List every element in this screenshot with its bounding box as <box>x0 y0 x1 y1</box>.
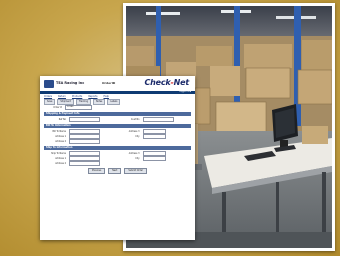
ship-address2-field[interactable] <box>69 161 100 166</box>
bill-to-fields: Bill To Name Address 1 Address 2 Address… <box>40 129 195 144</box>
field-label: Address 3 <box>128 130 140 133</box>
order-form-screenshot: TEA Racing Inc OrderID Check-Net Logged … <box>40 76 195 240</box>
section-general: Shipping & Payment Info <box>44 112 191 116</box>
order-number-field[interactable]: 12345 <box>65 105 92 110</box>
toolbar-button[interactable]: Save <box>44 98 56 105</box>
nav-menu: Orders Return Products Reports Help <box>40 94 195 98</box>
general-fields: Ref No Cust No <box>40 117 195 122</box>
toolbar: Save Shipment Tracking Notes Labels <box>44 98 191 105</box>
field-label: City <box>135 157 140 160</box>
login-status: Logged in ▪ <box>179 91 191 93</box>
cust-no-field[interactable] <box>142 117 174 122</box>
ref-no-field[interactable] <box>69 117 100 122</box>
bill-address2-field[interactable] <box>69 139 100 144</box>
nav-item[interactable]: Orders <box>44 95 52 98</box>
field-label: Address 3 <box>128 152 140 155</box>
form-actions: Previous Next Submit Order <box>40 168 195 174</box>
nav-item[interactable]: Reports <box>88 95 97 98</box>
field-label: Ref No <box>58 118 66 121</box>
ship-city-field[interactable] <box>142 156 166 161</box>
submit-order-button[interactable]: Submit Order <box>124 168 148 174</box>
previous-button[interactable]: Previous <box>87 168 106 174</box>
toolbar-button[interactable]: Tracking <box>75 98 91 105</box>
nav-item[interactable]: Help <box>103 95 108 98</box>
field-label: Address 2 <box>55 140 66 143</box>
field-label: Address 2 <box>55 162 66 165</box>
section-bill-to: Bill To Information <box>44 124 191 128</box>
toolbar-button[interactable]: Shipment <box>57 98 74 105</box>
field-label: Address 1 <box>55 157 66 160</box>
section-ship-to: Ship To Information <box>44 146 191 150</box>
window-title: OrderID <box>102 81 116 85</box>
nav-item[interactable]: Return <box>58 95 66 98</box>
ship-to-fields: Ship To Name Address 1 Address 2 Address… <box>40 151 195 166</box>
top-bar: Logged in ▪ <box>40 91 195 94</box>
brand-part-1: Check <box>144 78 171 87</box>
brand-part-2: Net <box>173 78 190 87</box>
next-button[interactable]: Next <box>108 168 122 174</box>
order-number-row: Order # 12345 <box>40 105 195 110</box>
company-logo <box>44 80 54 88</box>
toolbar-button[interactable]: Notes <box>92 98 106 105</box>
order-number-label: Order # <box>53 106 62 109</box>
field-label: City <box>135 135 140 138</box>
form-header: TEA Racing Inc OrderID Check-Net Logged … <box>40 76 195 94</box>
field-label: Cust No <box>130 118 140 121</box>
field-label: Address 1 <box>55 135 66 138</box>
brand-logo: Check-Net <box>144 78 189 87</box>
company-name: TEA Racing Inc <box>56 81 85 85</box>
nav-item[interactable]: Products <box>72 95 82 98</box>
field-label: Ship To Name <box>51 152 66 155</box>
toolbar-button[interactable]: Labels <box>107 98 121 105</box>
field-label: Bill To Name <box>52 130 66 133</box>
bill-city-field[interactable] <box>142 134 166 139</box>
